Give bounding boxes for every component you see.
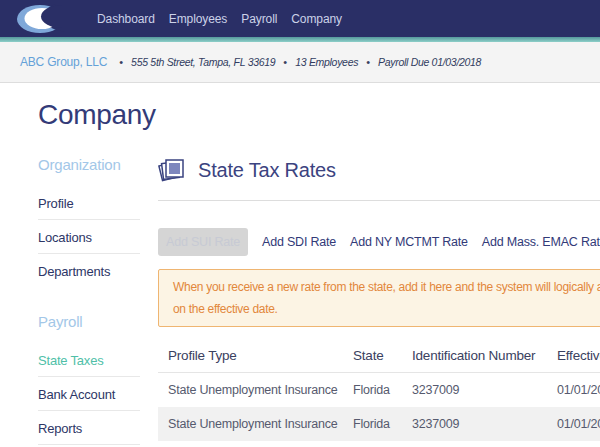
sidebar-item-bank-account[interactable]: Bank Account [38,377,140,411]
add-mass-emac-rate-link[interactable]: Add Mass. EMAC Rate [482,235,600,249]
bullet-separator: • [119,56,123,68]
app-logo-icon[interactable] [17,4,65,34]
company-info-bar: ABC Group, LLC • 555 5th Street, Tampa, … [0,42,600,83]
nav-menu: Dashboard Employees Payroll Company [97,12,342,26]
bullet-separator: • [283,56,287,68]
action-buttons-row: Add SUI Rate Add SDI Rate Add NY MCTMT R… [158,228,600,256]
cell-profile-type: State Unemployment Insurance [158,373,343,408]
cell-profile-type: State Unemployment Insurance [158,407,343,441]
cell-state: Florida [343,373,402,408]
employee-count: 13 Employees [295,56,358,68]
sidebar-heading-payroll: Payroll [38,313,158,330]
main-content: Company Organization Profile Locations D… [0,99,600,445]
column-header-state: State [343,344,402,373]
table-row[interactable]: State Unemployment Insurance Florida 323… [158,373,600,408]
sidebar-item-departments[interactable]: Departments [38,254,140,287]
sidebar-item-reports[interactable]: Reports [38,411,140,445]
sidebar-heading-organization: Organization [38,156,158,173]
cell-identification-number: 3237009 [402,407,547,441]
top-nav: Dashboard Employees Payroll Company [0,0,600,37]
nav-item-payroll[interactable]: Payroll [241,12,277,26]
alert-text-line2: on the effective date. [173,298,600,320]
stacked-pages-icon [158,156,185,184]
sidebar-item-state-taxes[interactable]: State Taxes [38,343,140,377]
company-name-link[interactable]: ABC Group, LLC [20,55,107,69]
cell-effective-date: 01/01/2018 [547,373,600,408]
panel-title: State Tax Rates [198,159,336,182]
nav-item-company[interactable]: Company [291,12,342,26]
sidebar-item-locations[interactable]: Locations [38,220,140,254]
sidebar-item-profile[interactable]: Profile [38,186,140,220]
table-row[interactable]: State Unemployment Insurance Florida 323… [158,407,600,441]
bullet-separator: • [366,56,370,68]
alert-text-line1: When you receive a new rate from the sta… [173,276,600,298]
nav-item-employees[interactable]: Employees [169,12,227,26]
add-ny-mctmt-rate-link[interactable]: Add NY MCTMT Rate [350,235,468,249]
add-sdi-rate-link[interactable]: Add SDI Rate [262,235,336,249]
nav-item-dashboard[interactable]: Dashboard [97,12,155,26]
cell-effective-date: 01/01/2018 [547,407,600,441]
page-title: Company [38,99,600,131]
column-header-profile-type: Profile Type [158,344,343,373]
table-header-row: Profile Type State Identification Number… [158,344,600,373]
tax-rates-table: Profile Type State Identification Number… [158,344,600,441]
company-address: 555 5th Street, Tampa, FL 33619 [131,56,275,68]
info-alert: When you receive a new rate from the sta… [158,269,600,327]
cell-state: Florida [343,407,402,441]
payroll-due-date: Payroll Due 01/03/2018 [378,56,481,68]
column-header-effective-date: Effective Date [547,344,600,373]
sidebar: Organization Profile Locations Departmen… [38,156,158,445]
column-header-identification-number: Identification Number [402,344,547,373]
state-tax-rates-panel: State Tax Rates Add SUI Rate Add SDI Rat… [158,156,600,445]
cell-identification-number: 3237009 [402,373,547,408]
add-sui-rate-button[interactable]: Add SUI Rate [158,228,248,256]
